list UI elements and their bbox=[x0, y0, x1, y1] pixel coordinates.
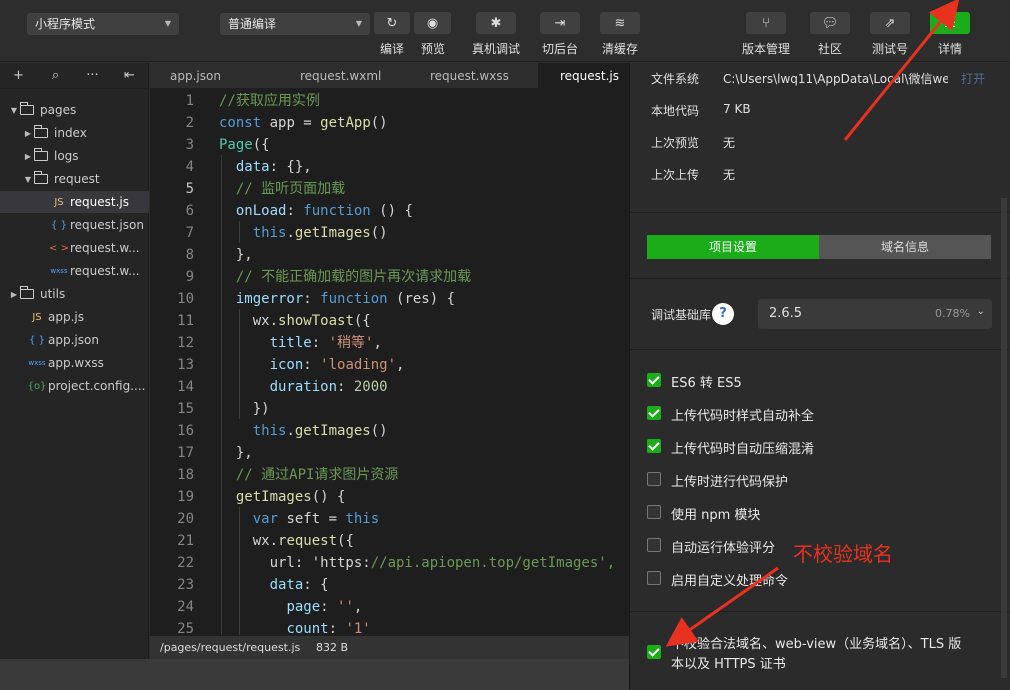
annotation-overlay bbox=[665, 0, 960, 647]
annotation-arrow-domain bbox=[665, 566, 779, 647]
annotation-arrow-details bbox=[843, 0, 960, 141]
annotation-text: 不校验域名 bbox=[793, 542, 893, 566]
